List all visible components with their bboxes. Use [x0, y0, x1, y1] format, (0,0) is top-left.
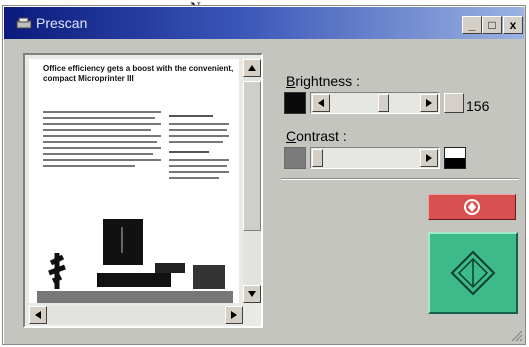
maximize-button[interactable]: □: [482, 16, 502, 34]
arrow-left-icon: [35, 311, 41, 319]
divider: [281, 178, 519, 180]
contrast-slider-thumb[interactable]: [312, 149, 323, 167]
cancel-scan-button[interactable]: [428, 194, 516, 220]
arrow-right-icon: [426, 154, 432, 162]
prescan-window: Prescan _ □ x Office efficiency gets a b…: [2, 5, 526, 345]
scanned-page-preview: Office efficiency gets a boost with the …: [29, 59, 239, 303]
brightness-dark-swatch: [284, 92, 306, 114]
scroll-down-button[interactable]: [243, 285, 261, 303]
scroll-up-button[interactable]: [243, 59, 261, 77]
scroll-left-button[interactable]: [29, 306, 47, 324]
arrow-up-icon: [248, 65, 256, 71]
preview-photo: [37, 219, 233, 303]
brightness-slider-thumb[interactable]: [377, 94, 389, 112]
contrast-increase-button[interactable]: [420, 149, 438, 167]
minimize-button[interactable]: _: [462, 16, 482, 34]
arrow-right-icon: [231, 311, 237, 319]
stop-icon: [464, 199, 480, 215]
close-button[interactable]: x: [503, 16, 523, 34]
scanner-icon: [16, 17, 32, 29]
resize-grip-icon[interactable]: [509, 328, 523, 342]
brightness-increase-button[interactable]: [420, 94, 438, 112]
vertical-scrollbar[interactable]: [243, 59, 261, 303]
contrast-slider[interactable]: [310, 147, 440, 169]
start-diamond-icon: [450, 250, 496, 296]
preview-headline: Office efficiency gets a boost with the …: [43, 64, 234, 83]
brightness-label: Brightness :: [286, 73, 360, 89]
scroll-right-button[interactable]: [225, 306, 243, 324]
arrow-left-icon: [318, 99, 324, 107]
brightness-value: 156: [466, 98, 490, 114]
arrow-down-icon: [248, 291, 256, 297]
window-title: Prescan: [36, 15, 88, 31]
brightness-slider[interactable]: [310, 92, 440, 114]
contrast-low-swatch: [284, 147, 306, 169]
contrast-label: Contrast :: [286, 128, 347, 144]
preview-pane[interactable]: Office efficiency gets a boost with the …: [23, 53, 263, 328]
maximize-icon: □: [488, 18, 496, 32]
brightness-value-swatch: [444, 93, 464, 113]
horizontal-scrollbar[interactable]: [29, 306, 243, 324]
close-icon: x: [509, 18, 517, 32]
minimize-icon: _: [468, 18, 476, 32]
vertical-scroll-thumb[interactable]: [243, 81, 261, 231]
start-scan-button[interactable]: [428, 232, 518, 314]
title-bar[interactable]: Prescan _ □ x: [4, 7, 524, 39]
arrow-right-icon: [426, 99, 432, 107]
contrast-high-swatch: [444, 147, 466, 169]
brightness-decrease-button[interactable]: [312, 94, 330, 112]
